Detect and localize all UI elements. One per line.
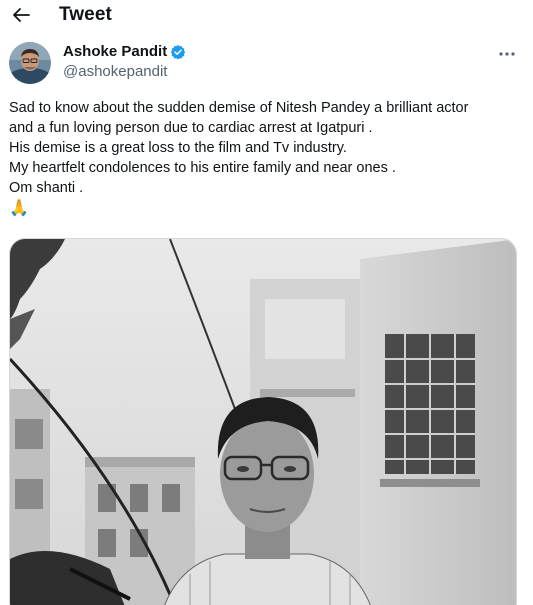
tweet-line: Om shanti . [9, 180, 84, 196]
tweet-author: Ashoke Pandit @ashokepandit [9, 42, 523, 86]
tweet-line: His demise is a great loss to the film a… [9, 140, 347, 156]
top-bar: Tweet [0, 0, 533, 30]
tweet-text: Sad to know about the sudden demise of N… [9, 98, 525, 219]
back-button[interactable] [10, 4, 32, 26]
more-options-button[interactable] [497, 44, 517, 64]
avatar[interactable] [9, 42, 51, 84]
author-name[interactable]: Ashoke Pandit [63, 43, 167, 60]
more-horizontal-icon [499, 52, 515, 56]
tweet-line: My heartfelt condolences to his entire f… [9, 160, 396, 176]
tweet-media-photo[interactable] [9, 238, 517, 605]
tweet-line: Sad to know about the sudden demise of N… [9, 100, 469, 116]
author-handle[interactable]: @ashokepandit [63, 63, 186, 80]
tweet-page: Tweet Ashoke Pandit @ashokepandit Sad to… [0, 0, 533, 605]
folded-hands-emoji: 🙏 [9, 200, 29, 217]
photo-image [10, 239, 516, 605]
avatar-image [9, 42, 51, 84]
verified-badge-icon[interactable] [170, 44, 186, 60]
author-info: Ashoke Pandit @ashokepandit [63, 43, 186, 80]
arrow-left-icon [13, 8, 30, 22]
author-name-line: Ashoke Pandit [63, 43, 186, 60]
tweet-line: and a fun loving person due to cardiac a… [9, 120, 373, 136]
page-title: Tweet [59, 4, 112, 25]
